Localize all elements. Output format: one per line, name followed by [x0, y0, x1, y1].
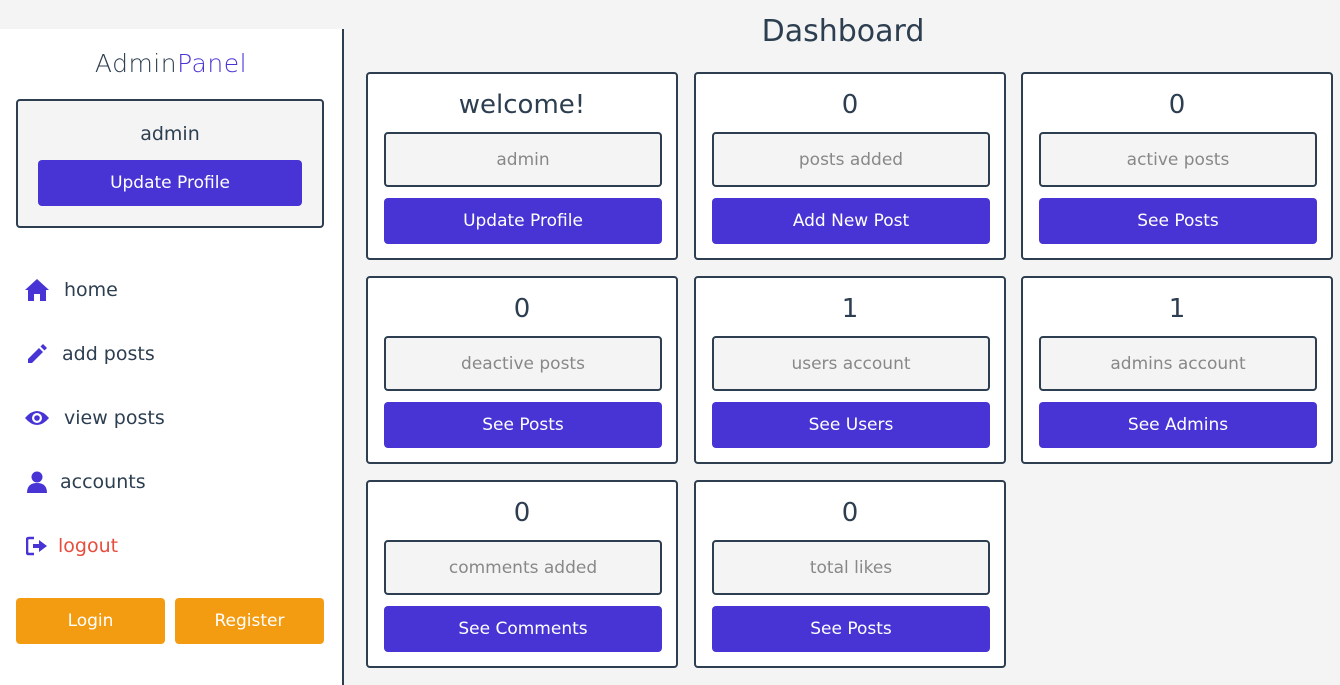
card-field: admin — [384, 132, 662, 187]
logo-text-admin: Admin — [94, 49, 178, 78]
card-field: active posts — [1039, 132, 1317, 187]
sidebar: AdminPanel admin Update Profile home add… — [0, 29, 344, 685]
card-comments-added: 0 comments added See Comments — [366, 480, 678, 668]
pencil-icon — [22, 339, 52, 369]
nav-label-home: home — [64, 279, 118, 301]
card-active-posts: 0 active posts See Posts — [1021, 72, 1333, 260]
card-count: 0 — [1168, 90, 1186, 120]
see-comments-button[interactable]: See Comments — [384, 606, 662, 652]
nav-label-add-posts: add posts — [62, 343, 155, 365]
add-new-post-button[interactable]: Add New Post — [712, 198, 990, 244]
card-count: 1 — [841, 294, 859, 324]
update-profile-card-button[interactable]: Update Profile — [384, 198, 662, 244]
see-active-posts-button[interactable]: See Posts — [1039, 198, 1317, 244]
card-count: 0 — [513, 498, 531, 528]
logo-text-panel: Panel — [177, 49, 248, 78]
eye-icon — [22, 403, 52, 433]
card-count: 0 — [841, 498, 859, 528]
see-admins-button[interactable]: See Admins — [1039, 402, 1317, 448]
card-welcome: welcome! admin Update Profile — [366, 72, 678, 260]
nav-item-accounts[interactable]: accounts — [22, 466, 146, 498]
card-field: admins account — [1039, 336, 1317, 391]
card-field: total likes — [712, 540, 990, 595]
login-button[interactable]: Login — [16, 598, 165, 644]
nav-item-add-posts[interactable]: add posts — [22, 338, 155, 370]
card-title: welcome! — [458, 90, 586, 120]
card-count: 0 — [513, 294, 531, 324]
nav-item-view-posts[interactable]: view posts — [22, 402, 165, 434]
card-field: users account — [712, 336, 990, 391]
card-posts-added: 0 posts added Add New Post — [694, 72, 1006, 260]
card-total-likes: 0 total likes See Posts — [694, 480, 1006, 668]
profile-box: admin Update Profile — [16, 99, 324, 228]
nav-label-logout: logout — [58, 535, 119, 557]
see-deactive-posts-button[interactable]: See Posts — [384, 402, 662, 448]
nav-item-home[interactable]: home — [22, 274, 118, 306]
card-field: deactive posts — [384, 336, 662, 391]
page-title: Dashboard — [761, 14, 925, 49]
home-icon — [22, 275, 52, 305]
profile-name: admin — [140, 123, 200, 145]
logout-icon — [22, 531, 52, 561]
register-button[interactable]: Register — [175, 598, 324, 644]
card-count: 1 — [1168, 294, 1186, 324]
card-admins-account: 1 admins account See Admins — [1021, 276, 1333, 464]
user-icon — [22, 467, 52, 497]
nav-item-logout[interactable]: logout — [22, 530, 118, 562]
see-liked-posts-button[interactable]: See Posts — [712, 606, 990, 652]
see-users-button[interactable]: See Users — [712, 402, 990, 448]
logo[interactable]: AdminPanel — [0, 49, 342, 78]
card-users-account: 1 users account See Users — [694, 276, 1006, 464]
card-field: posts added — [712, 132, 990, 187]
card-count: 0 — [841, 90, 859, 120]
card-field: comments added — [384, 540, 662, 595]
card-deactive-posts: 0 deactive posts See Posts — [366, 276, 678, 464]
nav-label-view-posts: view posts — [64, 407, 165, 429]
update-profile-button[interactable]: Update Profile — [38, 160, 302, 206]
nav-label-accounts: accounts — [60, 471, 146, 493]
